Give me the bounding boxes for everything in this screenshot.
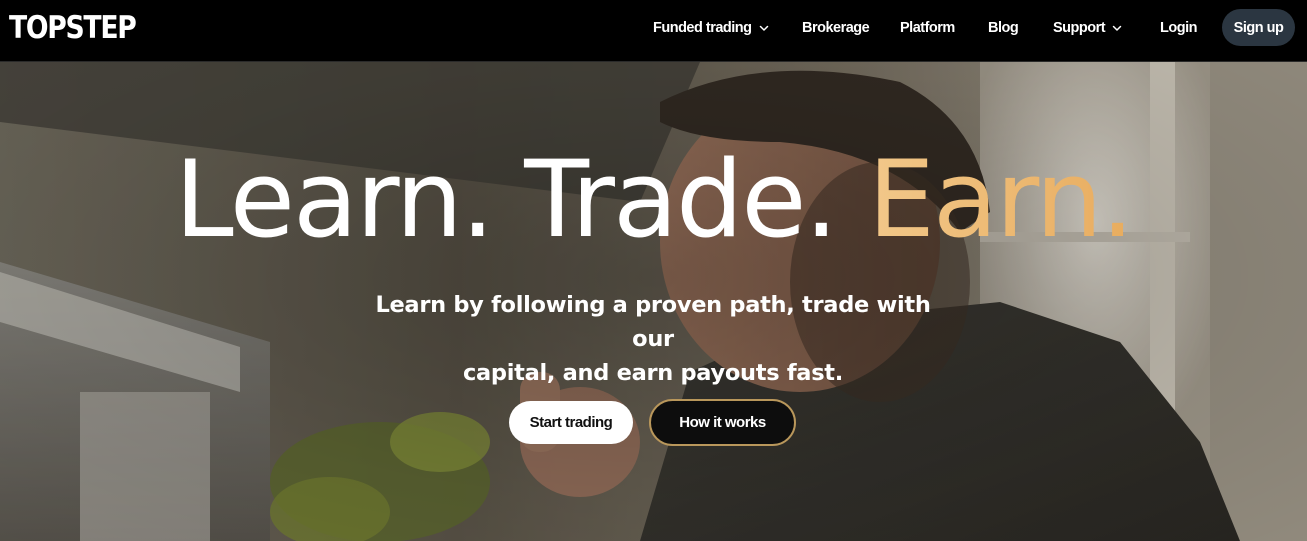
headline-word-trade: Trade. (524, 138, 838, 261)
topstep-logo[interactable]: TOPSTEP (9, 10, 137, 46)
signup-button[interactable]: Sign up (1222, 9, 1295, 46)
nav-brokerage-label: Brokerage (802, 20, 870, 36)
nav-funded-trading-label: Funded trading (653, 20, 752, 36)
chevron-down-icon (759, 25, 768, 31)
nav-funded-trading[interactable]: Funded trading (653, 18, 770, 38)
how-it-works-button[interactable]: How it works (649, 399, 796, 446)
hero-headline: Learn. Trade. Earn. (0, 140, 1307, 260)
headline-word-earn: Earn. (867, 138, 1135, 261)
hero-subtitle-line-1: Learn by following a proven path, trade … (375, 292, 931, 352)
nav-platform-label: Platform (900, 20, 955, 36)
nav-support-label: Support (1053, 20, 1106, 36)
top-navigation: TOPSTEP Funded trading Brokerage Platfor… (0, 0, 1307, 62)
nav-login-label: Login (1160, 20, 1197, 36)
chevron-down-icon (1112, 25, 1122, 31)
headline-word-learn: Learn. (174, 138, 495, 261)
hero-subtitle-line-2: capital, and earn payouts fast. (463, 360, 843, 386)
hero-subtitle: Learn by following a proven path, trade … (353, 288, 953, 390)
nav-platform[interactable]: Platform (900, 18, 955, 38)
nav-support[interactable]: Support (1053, 18, 1123, 38)
nav-blog[interactable]: Blog (988, 18, 1019, 38)
nav-login[interactable]: Login (1160, 18, 1197, 38)
start-trading-button[interactable]: Start trading (509, 401, 633, 444)
hero-section: Learn. Trade. Earn. Learn by following a… (0, 62, 1307, 541)
nav-brokerage[interactable]: Brokerage (802, 18, 870, 38)
nav-blog-label: Blog (988, 20, 1019, 36)
